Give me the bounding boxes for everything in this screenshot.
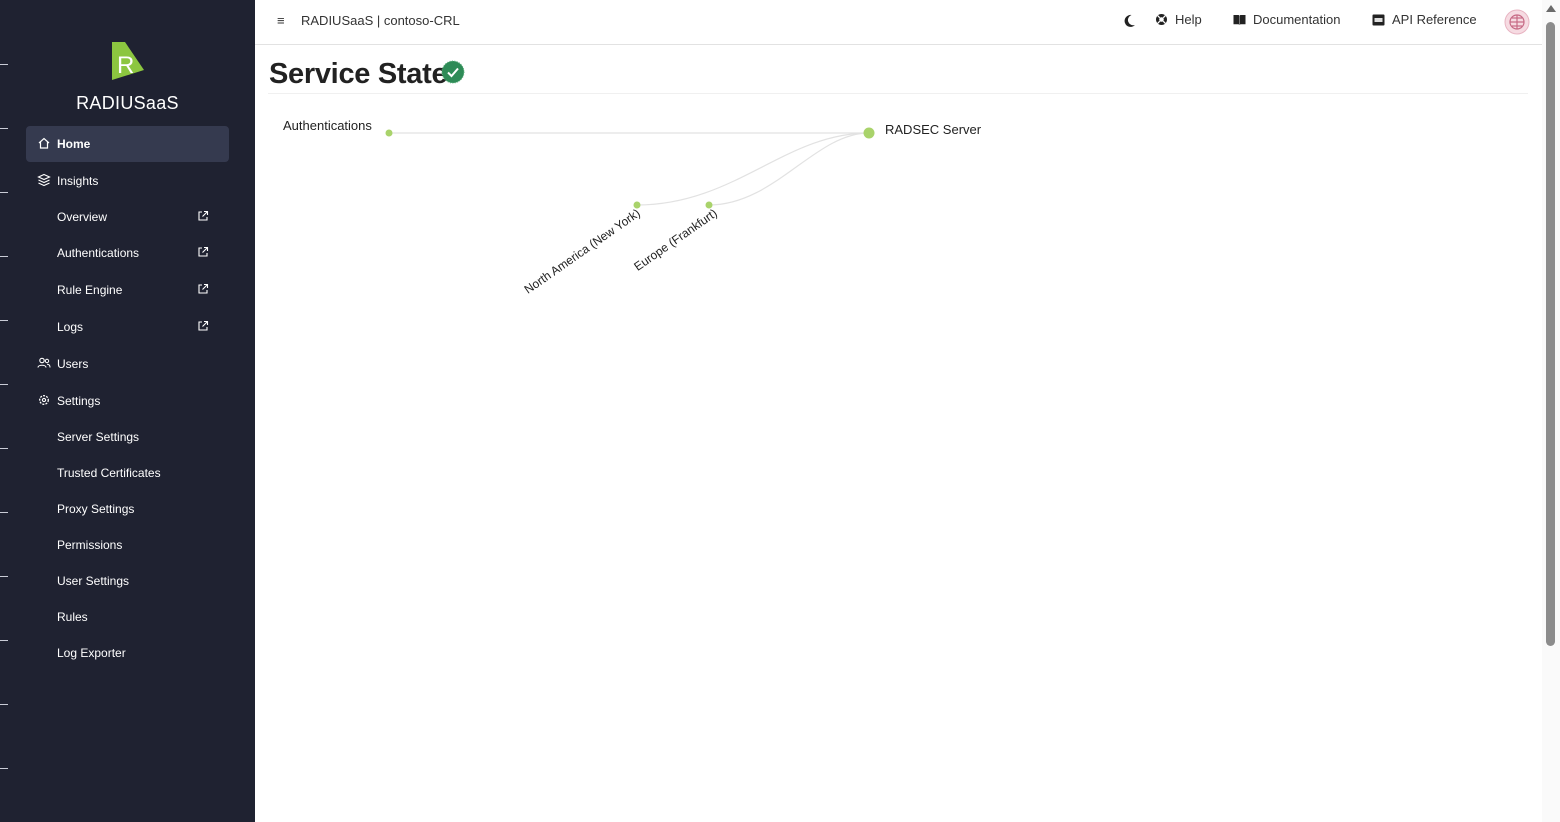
sidebar-item-users[interactable]: Users [26, 346, 229, 382]
external-link-icon [198, 210, 209, 221]
home-icon [38, 137, 50, 149]
title-divider [268, 93, 1528, 94]
api-reference-link[interactable]: API Reference [1372, 12, 1477, 27]
sidebar-item-label: Proxy Settings [57, 502, 135, 516]
graph-label-region: North America (New York) [522, 206, 643, 297]
sidebar-item-overview[interactable]: Overview [26, 199, 229, 235]
api-reference-label: API Reference [1392, 12, 1477, 27]
sidebar-item-label: Authentications [57, 246, 140, 260]
graph-node-authentications[interactable] [385, 129, 393, 137]
sidebar-item-settings[interactable]: Settings [26, 383, 229, 419]
menu-toggle-icon[interactable]: ≡ [277, 13, 285, 28]
sidebar-item-trusted-certificates[interactable]: Trusted Certificates [26, 455, 229, 491]
sidebar-item-insights[interactable]: Insights [26, 163, 229, 199]
layers-icon [37, 173, 51, 187]
sidebar-item-label: Permissions [57, 538, 123, 552]
sidebar-item-label: Rule Engine [57, 283, 123, 297]
documentation-link[interactable]: Documentation [1233, 12, 1340, 27]
edge-tick [0, 512, 8, 513]
scroll-up-arrow-icon[interactable] [1546, 5, 1556, 12]
edge-tick [0, 192, 8, 193]
sidebar-item-user-settings[interactable]: User Settings [26, 563, 229, 599]
edge-tick [0, 320, 8, 321]
edge-tick [0, 64, 8, 65]
brand-logo: R [112, 42, 144, 80]
external-link-icon [198, 283, 209, 294]
page-title: Service State [269, 58, 448, 90]
edge-tick [0, 576, 8, 577]
edge-tick [0, 128, 8, 129]
sidebar: R RADIUSaaS Home Insights Overview Authe… [0, 0, 255, 822]
status-ok-icon [441, 60, 465, 84]
documentation-label: Documentation [1253, 12, 1341, 27]
help-label: Help [1175, 12, 1202, 27]
scrollbar[interactable] [1542, 0, 1560, 822]
service-state-graph: Authentications RADSEC Server North Amer… [283, 118, 982, 297]
sidebar-item-label: User Settings [57, 574, 130, 588]
sidebar-item-label: Logs [57, 320, 84, 334]
sidebar-item-label: Users [57, 357, 89, 371]
graph-node-radsec-server[interactable] [863, 127, 875, 139]
brand-name: RADIUSaaS [76, 93, 179, 113]
sidebar-item-server-settings[interactable]: Server Settings [26, 419, 229, 455]
users-icon [37, 357, 51, 368]
sidebar-item-label: Rules [57, 610, 88, 624]
edge-tick [0, 256, 8, 257]
edge-tick [0, 768, 8, 769]
sidebar-item-permissions[interactable]: Permissions [26, 527, 229, 563]
app-title: RADIUSaaS | contoso-CRL [301, 13, 460, 28]
dark-mode-toggle-icon[interactable] [1123, 14, 1136, 28]
sidebar-item-rule-engine[interactable]: Rule Engine [26, 272, 229, 308]
help-link[interactable]: Help [1155, 12, 1202, 27]
top-bar: ≡ RADIUSaaS | contoso-CRL Help Documenta… [255, 0, 1542, 45]
edge-tick [0, 384, 8, 385]
user-avatar-icon[interactable] [1504, 9, 1530, 35]
sidebar-item-label: Settings [57, 394, 101, 408]
sidebar-item-proxy-settings[interactable]: Proxy Settings [26, 491, 229, 527]
scroll-thumb[interactable] [1546, 22, 1555, 646]
external-link-icon [198, 320, 209, 331]
sidebar-item-rules[interactable]: Rules [26, 599, 229, 635]
external-link-icon [198, 246, 209, 257]
graph-label-target: RADSEC Server [885, 122, 982, 137]
svg-text:R: R [117, 52, 134, 79]
book-icon [1233, 14, 1246, 25]
sidebar-item-logs[interactable]: Logs [26, 309, 229, 345]
sidebar-item-authentications[interactable]: Authentications [26, 235, 229, 271]
sidebar-item-log-exporter[interactable]: Log Exporter [26, 635, 229, 671]
gear-icon [39, 395, 49, 405]
graph-label-region: Europe (Frankfurt) [631, 206, 719, 274]
graph-link [708, 132, 870, 206]
graph-label-source: Authentications [283, 118, 372, 133]
edge-tick [0, 704, 8, 705]
edge-tick [0, 640, 8, 641]
sidebar-item-label: Log Exporter [57, 646, 126, 660]
sidebar-item-label: Insights [57, 174, 99, 188]
sidebar-item-label: Home [57, 137, 91, 151]
sidebar-item-home[interactable]: Home [26, 126, 229, 162]
lifebuoy-icon [1156, 14, 1167, 25]
sidebar-item-label: Server Settings [57, 430, 140, 444]
sidebar-item-label: Trusted Certificates [57, 466, 161, 480]
edge-tick [0, 448, 8, 449]
sidebar-item-label: Overview [57, 210, 108, 224]
dev-icon [1372, 14, 1385, 25]
